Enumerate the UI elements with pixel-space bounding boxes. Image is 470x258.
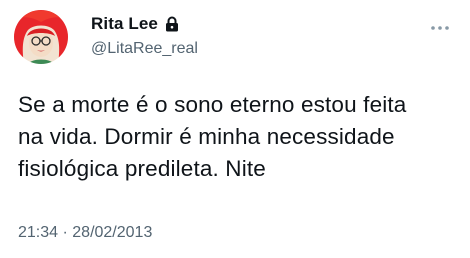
handle[interactable]: @LitaRee_real [91,40,198,58]
tweet-card: Rita Lee @LitaRee_real Se a morte é o so… [0,0,470,258]
name-row: Rita Lee [91,14,198,34]
avatar[interactable] [14,10,68,64]
more-horizontal-icon[interactable] [430,18,450,30]
lock-icon [165,16,179,32]
tweet-date: 28/02/2013 [72,224,153,241]
display-name[interactable]: Rita Lee [91,14,158,34]
avatar-portrait-icon [14,10,68,64]
tweet-text-line: Se a morte é o sono eterno estou feita [18,92,407,117]
tweet-time: 21:34 [18,224,59,241]
tweet-text: Se a morte é o sono eterno estou feita n… [18,89,458,185]
tweet-text-line: na vida. Dormir é minha necessidade [18,124,395,149]
tweet-timestamp[interactable]: 21:34 · 28/02/2013 [18,224,152,242]
meta-separator: · [58,224,73,241]
tweet-text-line: fisiológica predileta. Nite [18,156,266,181]
author-header: Rita Lee @LitaRee_real [91,14,198,58]
